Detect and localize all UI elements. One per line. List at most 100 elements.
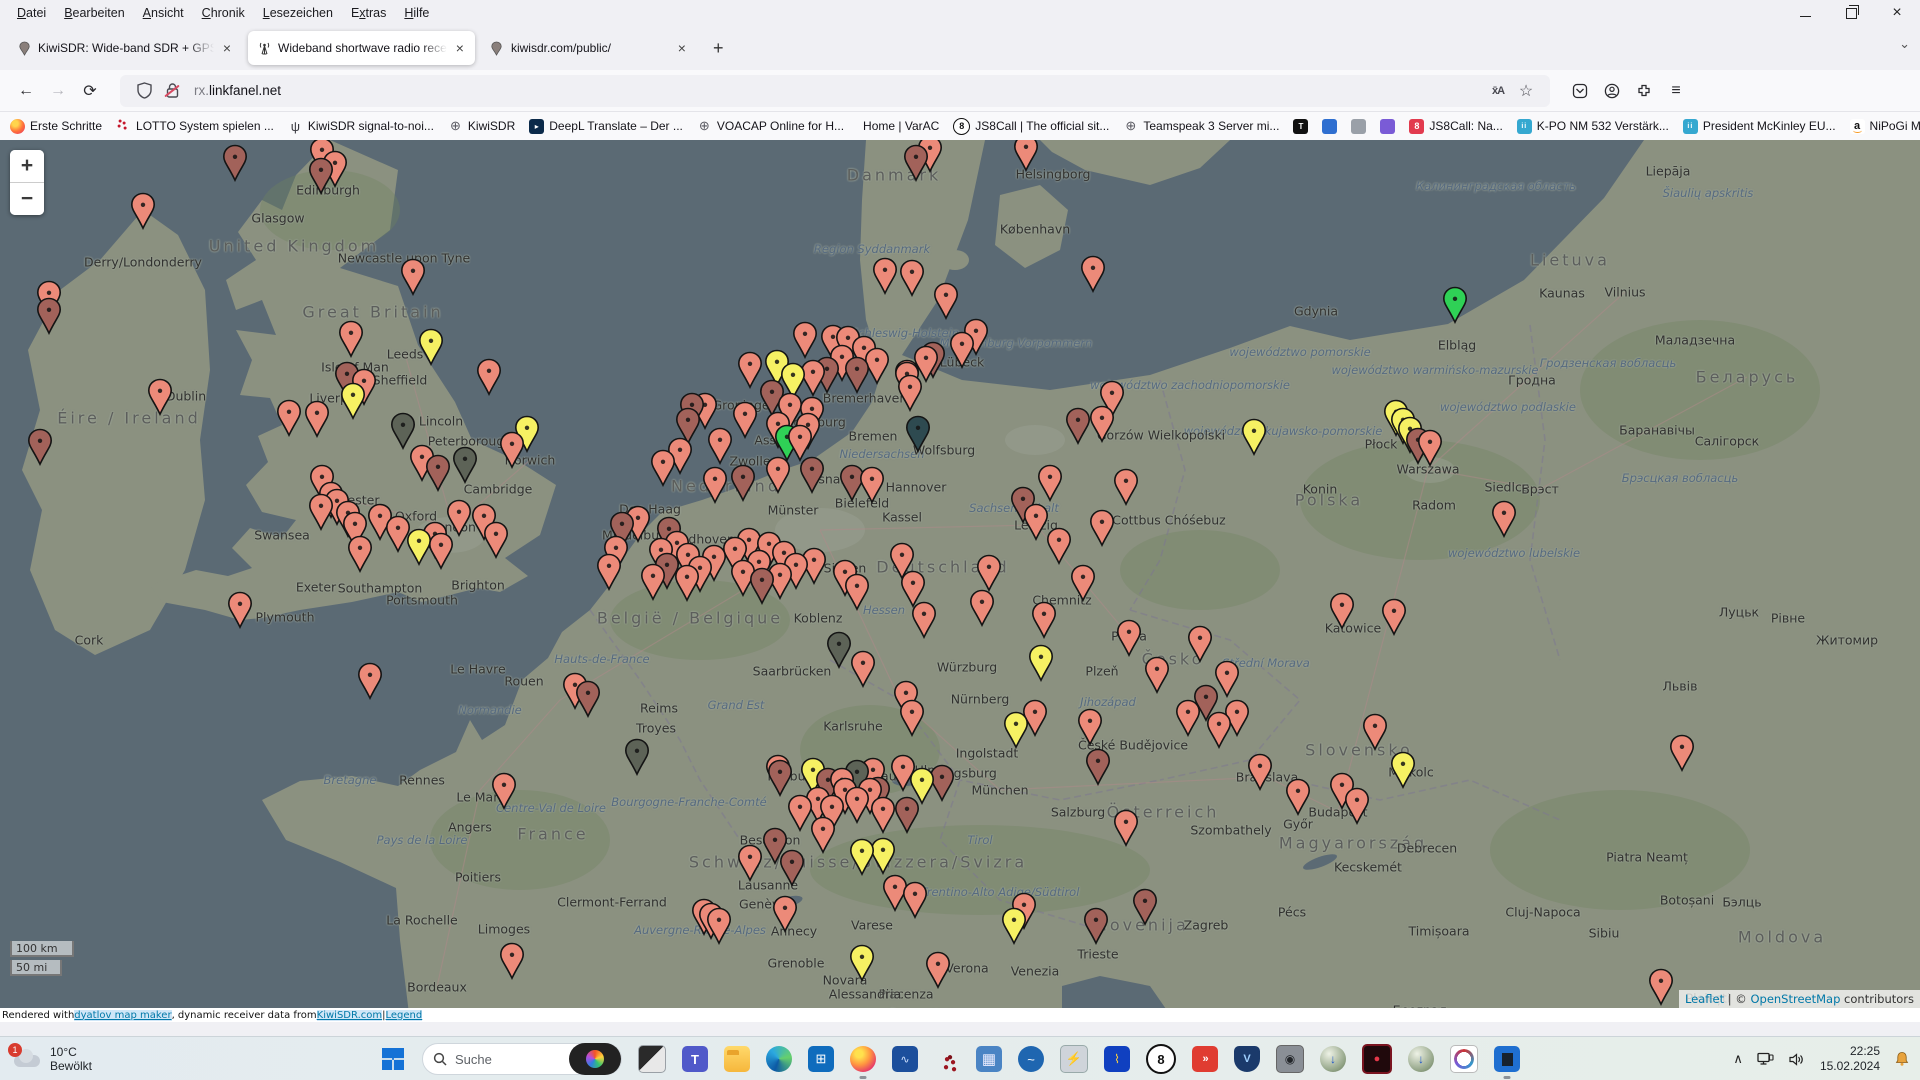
- close-button[interactable]: ×: [1874, 0, 1920, 26]
- system-tray: ∧ 22:25 15.02.2024: [1726, 1044, 1910, 1074]
- taskbar-icon-jtdx-orb-1[interactable]: ↓: [1320, 1046, 1346, 1072]
- translate-icon[interactable]: x̄A: [1487, 80, 1509, 102]
- toolbar-right: ≡: [1564, 76, 1692, 106]
- bookmarks-bar: Erste Schritte LOTTO System spielen ... ψK…: [0, 112, 1920, 140]
- extensions-icon[interactable]: [1628, 76, 1660, 106]
- taskbar-icon-firefox[interactable]: [850, 1046, 876, 1072]
- search-box[interactable]: Suche: [422, 1043, 622, 1075]
- bookmark-5[interactable]: ▸DeepL Translate – Der ...: [529, 119, 683, 134]
- taskbar-icon-wsjtx[interactable]: [1450, 1045, 1478, 1073]
- notification-bell-icon[interactable]: [1894, 1051, 1910, 1067]
- text: | ©: [1724, 992, 1750, 1006]
- start-button[interactable]: [380, 1046, 406, 1072]
- tab-close-icon[interactable]: ×: [220, 40, 234, 56]
- bookmark-label: KiwiSDR: [468, 119, 515, 133]
- menu-chronik[interactable]: Chronik: [193, 3, 254, 23]
- taskbar-icon-vara-shield[interactable]: V: [1234, 1046, 1260, 1072]
- forward-button[interactable]: →: [42, 76, 74, 106]
- bookmark-1[interactable]: Erste Schritte: [10, 119, 102, 134]
- bookmark-star-icon[interactable]: ☆: [1515, 80, 1537, 102]
- text: contributors: [1840, 992, 1914, 1006]
- copilot-button[interactable]: [569, 1043, 621, 1075]
- bookmark-6[interactable]: ⊕VOACAP Online for H...: [697, 119, 844, 134]
- zoom-out-button[interactable]: −: [10, 183, 44, 215]
- restore-button[interactable]: [1828, 0, 1874, 26]
- volume-icon[interactable]: [1788, 1052, 1805, 1067]
- bookmark-4[interactable]: ⊕KiwiSDR: [448, 119, 515, 134]
- list-all-tabs-icon[interactable]: ⌄: [1899, 36, 1910, 52]
- bookmark-7[interactable]: Home | VarAC: [858, 119, 939, 133]
- bookmark-label: JS8Call | The official sit...: [975, 119, 1109, 133]
- taskbar-icon-ham-radio-deluxe[interactable]: ⚡: [1060, 1045, 1088, 1073]
- new-tab-button[interactable]: +: [703, 36, 734, 61]
- firefox-icon: [10, 119, 25, 134]
- link-legend[interactable]: Legend: [386, 1010, 423, 1021]
- map-canvas[interactable]: GlasgowEdinburghUnited KingdomNewcastle …: [0, 140, 1920, 1022]
- tab-2[interactable]: Wideband shortwave radio rece×: [248, 31, 475, 65]
- map-tiles: [0, 140, 1920, 1022]
- js8-icon: 8: [953, 118, 970, 135]
- bookmark-label: DeepL Translate – Der ...: [549, 119, 683, 133]
- tab-close-icon[interactable]: ×: [675, 40, 689, 56]
- bookmark-12[interactable]: [1351, 119, 1366, 134]
- taskbar-icon-bandicam[interactable]: ●: [1362, 1044, 1392, 1074]
- link-dyatlov-map-maker[interactable]: dyatlov map maker: [74, 1010, 171, 1021]
- taskbar-icon-sdr-blue[interactable]: [1494, 1046, 1520, 1072]
- tab-1[interactable]: KiwiSDR: Wide-band SDR + GPS×: [8, 31, 242, 65]
- menu-extras[interactable]: Extras: [342, 3, 395, 23]
- menu-hilfe[interactable]: Hilfe: [395, 3, 438, 23]
- pocket-icon[interactable]: [1564, 76, 1596, 106]
- taskbar-icon-openoffice[interactable]: ~: [1018, 1046, 1044, 1072]
- copilot-icon: [586, 1050, 604, 1068]
- taskbar-icon-sdr-console[interactable]: ∿: [892, 1046, 918, 1072]
- taskbar-icon-jtdx-orb-2[interactable]: ↓: [1408, 1046, 1434, 1072]
- bookmark-15[interactable]: iiK-PO NM 532 Verstärk...: [1517, 119, 1669, 134]
- taskbar-icon-js8call[interactable]: 8: [1146, 1044, 1176, 1074]
- taskbar-icon-n1mm-router[interactable]: ⌇: [1104, 1046, 1130, 1072]
- link-openstreetmap[interactable]: OpenStreetMap: [1750, 992, 1840, 1006]
- taskbar-icon-teams[interactable]: T: [682, 1046, 708, 1072]
- menu-datei[interactable]: Datei: [8, 3, 55, 23]
- network-icon[interactable]: [1757, 1052, 1774, 1067]
- bookmark-9[interactable]: ⊕Teamspeak 3 Server mi...: [1123, 119, 1279, 134]
- taskbar-icon-store[interactable]: [808, 1046, 834, 1072]
- zoom-in-button[interactable]: +: [10, 150, 44, 183]
- weather-widget[interactable]: 1 10°C Bewölkt: [12, 1045, 222, 1073]
- shield-icon[interactable]: [133, 80, 155, 102]
- menu-lesezeichen[interactable]: Lesezeichen: [254, 3, 342, 23]
- bookmark-13[interactable]: [1380, 119, 1395, 134]
- menu-bearbeiten[interactable]: Bearbeiten: [55, 3, 133, 23]
- taskbar-icon-lotto-clover[interactable]: [934, 1046, 960, 1072]
- taskbar-icon-flrig-red[interactable]: »: [1192, 1046, 1218, 1072]
- bookmark-14[interactable]: 8JS8Call: Na...: [1409, 119, 1502, 134]
- menu-ansicht[interactable]: Ansicht: [134, 3, 193, 23]
- taskbar-icon-radio-app[interactable]: [1276, 1045, 1304, 1073]
- bookmark-8[interactable]: 8 JS8Call | The official sit...: [953, 118, 1109, 135]
- insecure-lock-icon[interactable]: [161, 80, 183, 102]
- back-button[interactable]: ←: [10, 76, 42, 106]
- bookmark-2[interactable]: LOTTO System spielen ...: [116, 119, 274, 134]
- reload-button[interactable]: ⟳: [74, 76, 106, 106]
- tab-3[interactable]: kiwisdr.com/public/×: [481, 31, 697, 65]
- bookmark-label: President McKinley EU...: [1703, 119, 1836, 133]
- minimize-button[interactable]: [1782, 0, 1828, 26]
- bookmark-3[interactable]: ψKiwiSDR signal-to-noi...: [288, 119, 434, 134]
- hidden-icons-chevron[interactable]: ∧: [1733, 1051, 1743, 1067]
- taskbar-icon-task-view[interactable]: [638, 1045, 666, 1073]
- bookmark-17[interactable]: aNiPoGi Mini PC Wind...: [1850, 119, 1920, 134]
- link-leaflet[interactable]: Leaflet: [1685, 992, 1724, 1006]
- account-icon[interactable]: [1596, 76, 1628, 106]
- taskbar-icon-edge[interactable]: [766, 1046, 792, 1072]
- taskbar-icon-calculator[interactable]: [976, 1046, 1002, 1072]
- tab-close-icon[interactable]: ×: [453, 40, 467, 56]
- link-kiwisdr-com[interactable]: KiwiSDR.com: [317, 1010, 382, 1021]
- taskbar-icon-file-explorer[interactable]: [724, 1046, 750, 1072]
- bookmark-label: K-PO NM 532 Verstärk...: [1537, 119, 1669, 133]
- menu-hamburger-icon[interactable]: ≡: [1660, 76, 1692, 106]
- taskbar-clock[interactable]: 22:25 15.02.2024: [1820, 1044, 1880, 1074]
- bookmark-16[interactable]: iiPresident McKinley EU...: [1683, 119, 1836, 134]
- bookmark-10[interactable]: T: [1293, 119, 1308, 134]
- bookmark-11[interactable]: [1322, 119, 1337, 134]
- bookmark-label: Home | VarAC: [863, 119, 939, 133]
- url-bar[interactable]: rx.linkfanel.net x̄A ☆: [120, 75, 1550, 107]
